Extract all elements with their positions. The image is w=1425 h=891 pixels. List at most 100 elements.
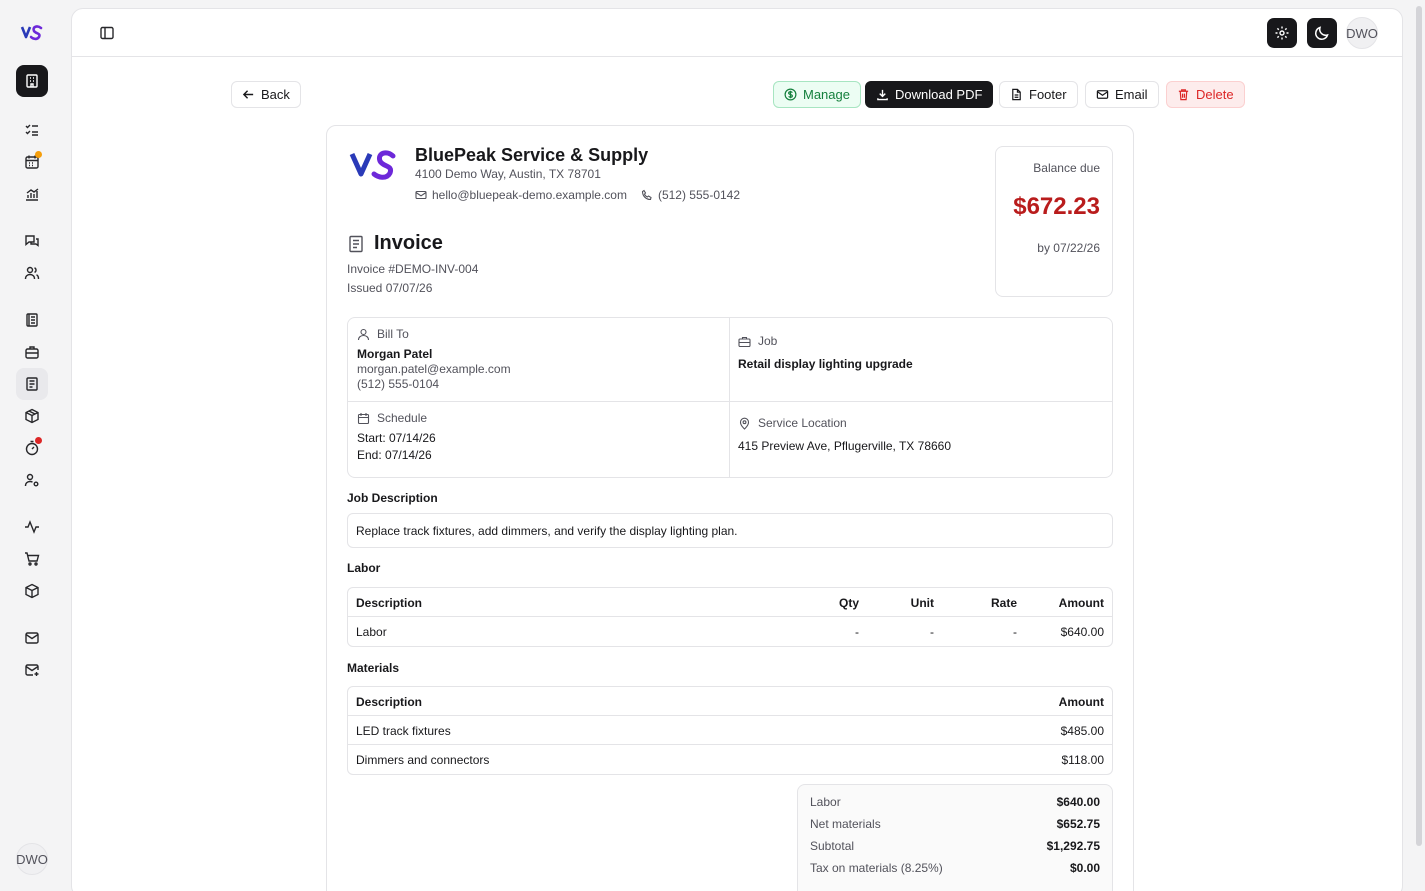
schedule-end: End: 07/14/26	[357, 448, 432, 462]
scrollbar-thumb[interactable]	[1416, 6, 1422, 846]
user-cog-icon	[24, 473, 39, 487]
sidebar-item-ledger[interactable]	[20, 308, 44, 332]
sidebar-item-dashboard[interactable]	[16, 65, 48, 97]
users-icon	[24, 266, 40, 280]
table-cell: -	[1013, 625, 1017, 639]
briefcase-icon	[738, 336, 751, 347]
settings-button[interactable]	[1267, 18, 1297, 48]
file-icon	[1012, 88, 1021, 101]
schedule-label: Schedule	[377, 411, 428, 425]
brand-logo-icon[interactable]	[20, 22, 44, 42]
labor-label: Labor	[347, 561, 381, 575]
company-email[interactable]: hello@bluepeak-demo.example.com	[432, 188, 627, 202]
table-cell: $485.00	[1060, 724, 1104, 738]
materials-label: Materials	[347, 661, 400, 675]
main-panel: DWO Back Manage Download PDF Footer Emai…	[71, 8, 1403, 891]
totals-value: $1,292.75	[1046, 839, 1100, 853]
sidebar-item-activity[interactable]	[20, 515, 44, 539]
invoice-card: BluePeak Service & Supply 4100 Demo Way,…	[326, 125, 1134, 891]
back-button[interactable]: Back	[231, 81, 301, 108]
invoice-issued: Issued 07/07/26	[347, 281, 433, 295]
sidebar-item-inbox[interactable]	[20, 626, 44, 650]
sidebar-item-orders[interactable]	[20, 547, 44, 571]
calendar-icon	[357, 412, 370, 424]
totals-value: $0.00	[1069, 861, 1100, 875]
sidebar-item-invoices[interactable]	[16, 368, 48, 400]
download-pdf-button[interactable]: Download PDF	[865, 81, 994, 108]
theme-toggle-button[interactable]	[1307, 18, 1337, 48]
column-header: Description	[356, 596, 423, 610]
column-header: Amount	[1058, 695, 1104, 709]
footer-label: Footer	[1029, 87, 1067, 102]
customer-phone[interactable]: (512) 555-0104	[357, 377, 720, 391]
job-section: Job Retail display lighting upgrade	[729, 325, 1112, 380]
page-scrollbar[interactable]	[1415, 0, 1423, 891]
chart-icon	[26, 188, 39, 201]
customer-email[interactable]: morgan.patel@example.com	[357, 362, 720, 376]
sidebar-item-timer[interactable]	[20, 436, 44, 460]
totals-label: Labor	[810, 795, 841, 809]
arrow-left-icon	[242, 90, 254, 99]
manage-button[interactable]: Manage	[773, 81, 861, 108]
balance-amount: $672.23	[1013, 193, 1100, 220]
sidebar-item-jobs[interactable]	[20, 340, 44, 364]
download-label: Download PDF	[895, 87, 983, 102]
sidebar-item-compose[interactable]	[20, 658, 44, 682]
delete-button[interactable]: Delete	[1166, 81, 1245, 108]
topbar: DWO	[72, 9, 1402, 57]
header-avatar[interactable]: DWO	[1346, 17, 1378, 49]
package-icon	[25, 408, 39, 424]
totals-label: Subtotal	[810, 839, 855, 853]
service-address: 415 Preview Ave, Pflugerville, TX 78660	[738, 439, 952, 453]
schedule-start: Start: 07/14/26	[357, 431, 436, 445]
totals-label: Net materials	[810, 817, 881, 831]
avatar[interactable]: DWO	[16, 843, 48, 875]
job-name[interactable]: Retail display lighting upgrade	[738, 357, 1103, 371]
sidebar-item-reports[interactable]	[20, 182, 44, 206]
moon-icon	[1315, 26, 1329, 40]
invoice-info-grid: Bill To Morgan Patel morgan.patel@exampl…	[347, 317, 1113, 478]
table-cell: -	[930, 625, 934, 639]
sidebar-item-calendar[interactable]	[20, 150, 44, 174]
sidebar-item-customers[interactable]	[20, 261, 44, 285]
file-text-icon	[349, 235, 363, 252]
table-cell: Labor	[356, 625, 387, 639]
sidebar-item-inventory[interactable]	[20, 404, 44, 428]
table-cell: Dimmers and connectors	[356, 753, 490, 767]
totals-value: $640.00	[1056, 795, 1100, 809]
bill-to-label: Bill To	[377, 327, 409, 341]
totals-row: Tax on materials (8.25%) $0.00	[810, 861, 1100, 883]
table-header-row: Description Qty Unit Rate Amount	[348, 588, 1112, 617]
balance-due-date: by 07/22/26	[1037, 241, 1100, 255]
totals-box: Labor $640.00 Net materials $652.75 Subtot…	[797, 784, 1113, 891]
notification-dot	[35, 151, 42, 158]
table-cell: -	[855, 625, 859, 639]
totals-row: Subtotal $1,292.75	[810, 839, 1100, 861]
footer-button[interactable]: Footer	[999, 81, 1078, 108]
sidebar: DWO	[0, 0, 64, 891]
cart-icon	[25, 552, 40, 566]
mail-check-icon	[25, 632, 39, 644]
trash-icon	[1178, 89, 1189, 101]
sidebar-item-user-settings[interactable]	[20, 468, 44, 492]
service-location-section: Service Location 415 Preview Ave, Pfluge…	[729, 407, 1112, 462]
job-label: Job	[758, 334, 778, 348]
email-button[interactable]: Email	[1085, 81, 1159, 108]
company-phone[interactable]: (512) 555-0142	[658, 188, 740, 202]
job-description-text: Replace track fixtures, add dimmers, and…	[347, 513, 1113, 548]
delete-label: Delete	[1196, 87, 1234, 102]
table-cell: $640.00	[1060, 625, 1104, 639]
sidebar-item-tasks[interactable]	[20, 118, 44, 142]
labor-table: Description Qty Unit Rate Amount Labor -…	[347, 587, 1113, 647]
gear-icon	[1275, 26, 1289, 40]
sidebar-item-products[interactable]	[20, 579, 44, 603]
column-header: Qty	[838, 596, 859, 610]
company-name: BluePeak Service & Supply	[415, 145, 649, 165]
table-row: Labor - - - $640.00	[348, 617, 1112, 646]
totals-label: Tax on materials (8.25%)	[810, 861, 943, 875]
toggle-sidebar-button[interactable]	[92, 18, 122, 48]
file-text-icon	[26, 377, 38, 391]
balance-due-box: Balance due $672.23 by 07/22/26	[995, 146, 1113, 297]
sidebar-item-messages[interactable]	[20, 229, 44, 253]
manage-label: Manage	[803, 87, 850, 102]
